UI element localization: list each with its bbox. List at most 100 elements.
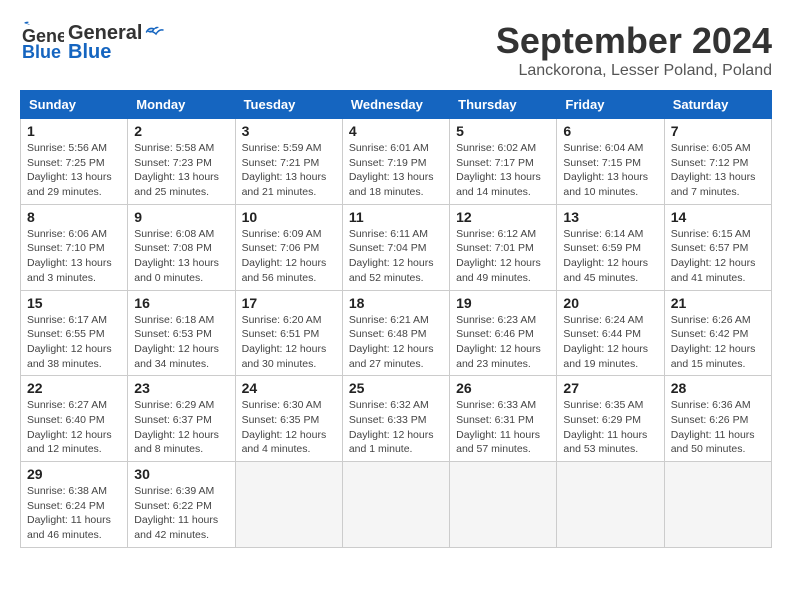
day-number: 19: [456, 295, 550, 311]
day-number: 5: [456, 123, 550, 139]
day-info: Sunrise: 5:59 AMSunset: 7:21 PMDaylight:…: [242, 141, 336, 200]
day-number: 14: [671, 209, 765, 225]
day-info: Sunrise: 6:06 AMSunset: 7:10 PMDaylight:…: [27, 227, 121, 286]
calendar-cell: 17Sunrise: 6:20 AMSunset: 6:51 PMDayligh…: [235, 290, 342, 376]
day-info: Sunrise: 6:39 AMSunset: 6:22 PMDaylight:…: [134, 484, 228, 543]
day-info: Sunrise: 6:05 AMSunset: 7:12 PMDaylight:…: [671, 141, 765, 200]
week-row-3: 15 Sunrise: 6:17 AMSunset: 6:55 PMDayligh…: [21, 290, 772, 376]
calendar-cell: 3Sunrise: 5:59 AMSunset: 7:21 PMDaylight…: [235, 119, 342, 205]
calendar-cell: 26 Sunrise: 6:33 AMSunset: 6:31 PMDayligh…: [450, 376, 557, 462]
calendar-cell: 14 Sunrise: 6:15 AMSunset: 6:57 PMDayligh…: [664, 204, 771, 290]
calendar-cell: 6 Sunrise: 6:04 AMSunset: 7:15 PMDaylight…: [557, 119, 664, 205]
calendar-cell: [235, 462, 342, 548]
logo: General Blue General Blue: [20, 20, 164, 64]
calendar-cell: 8 Sunrise: 6:06 AMSunset: 7:10 PMDaylight…: [21, 204, 128, 290]
day-number: 11: [349, 209, 443, 225]
logo-icon: General Blue: [20, 20, 64, 64]
calendar-cell: 28Sunrise: 6:36 AMSunset: 6:26 PMDayligh…: [664, 376, 771, 462]
location: Lanckorona, Lesser Poland, Poland: [496, 62, 772, 80]
calendar-cell: 24 Sunrise: 6:30 AMSunset: 6:35 PMDayligh…: [235, 376, 342, 462]
weekday-header-wednesday: Wednesday: [342, 91, 449, 119]
week-row-1: 1 Sunrise: 5:56 AMSunset: 7:25 PMDaylight…: [21, 119, 772, 205]
day-info: Sunrise: 6:33 AMSunset: 6:31 PMDaylight:…: [456, 398, 550, 457]
calendar-cell: 18 Sunrise: 6:21 AMSunset: 6:48 PMDayligh…: [342, 290, 449, 376]
calendar-cell: 1 Sunrise: 5:56 AMSunset: 7:25 PMDaylight…: [21, 119, 128, 205]
day-info: Sunrise: 6:38 AMSunset: 6:24 PMDaylight:…: [27, 484, 121, 543]
day-number: 12: [456, 209, 550, 225]
day-info: Sunrise: 6:20 AMSunset: 6:51 PMDaylight:…: [242, 313, 336, 372]
day-number: 10: [242, 209, 336, 225]
day-number: 22: [27, 380, 121, 396]
calendar-cell: 30 Sunrise: 6:39 AMSunset: 6:22 PMDayligh…: [128, 462, 235, 548]
day-info: Sunrise: 6:09 AMSunset: 7:06 PMDaylight:…: [242, 227, 336, 286]
calendar-cell: 10 Sunrise: 6:09 AMSunset: 7:06 PMDayligh…: [235, 204, 342, 290]
calendar-header-row: SundayMondayTuesdayWednesdayThursdayFrid…: [21, 91, 772, 119]
svg-text:Blue: Blue: [22, 42, 61, 62]
day-number: 16: [134, 295, 228, 311]
day-number: 27: [563, 380, 657, 396]
day-number: 30: [134, 466, 228, 482]
calendar-cell: 2 Sunrise: 5:58 AMSunset: 7:23 PMDaylight…: [128, 119, 235, 205]
day-number: 8: [27, 209, 121, 225]
day-number: 9: [134, 209, 228, 225]
day-number: 29: [27, 466, 121, 482]
calendar-cell: 19Sunrise: 6:23 AMSunset: 6:46 PMDayligh…: [450, 290, 557, 376]
weekday-header-tuesday: Tuesday: [235, 91, 342, 119]
calendar-table: SundayMondayTuesdayWednesdayThursdayFrid…: [20, 90, 772, 548]
day-number: 7: [671, 123, 765, 139]
calendar-cell: 21 Sunrise: 6:26 AMSunset: 6:42 PMDayligh…: [664, 290, 771, 376]
day-info: Sunrise: 6:01 AMSunset: 7:19 PMDaylight:…: [349, 141, 443, 200]
day-number: 20: [563, 295, 657, 311]
day-info: Sunrise: 6:36 AMSunset: 6:26 PMDaylight:…: [671, 398, 765, 457]
day-info: Sunrise: 6:11 AMSunset: 7:04 PMDaylight:…: [349, 227, 443, 286]
day-number: 2: [134, 123, 228, 139]
day-info: Sunrise: 6:08 AMSunset: 7:08 PMDaylight:…: [134, 227, 228, 286]
day-info: Sunrise: 6:17 AMSunset: 6:55 PMDaylight:…: [27, 313, 121, 372]
day-number: 24: [242, 380, 336, 396]
calendar-cell: [557, 462, 664, 548]
calendar-cell: 12Sunrise: 6:12 AMSunset: 7:01 PMDayligh…: [450, 204, 557, 290]
calendar-cell: [450, 462, 557, 548]
day-info: Sunrise: 6:26 AMSunset: 6:42 PMDaylight:…: [671, 313, 765, 372]
calendar-cell: 4 Sunrise: 6:01 AMSunset: 7:19 PMDaylight…: [342, 119, 449, 205]
calendar-cell: 25Sunrise: 6:32 AMSunset: 6:33 PMDayligh…: [342, 376, 449, 462]
day-info: Sunrise: 6:15 AMSunset: 6:57 PMDaylight:…: [671, 227, 765, 286]
calendar-cell: 5 Sunrise: 6:02 AMSunset: 7:17 PMDaylight…: [450, 119, 557, 205]
weekday-header-friday: Friday: [557, 91, 664, 119]
day-info: Sunrise: 6:14 AMSunset: 6:59 PMDaylight:…: [563, 227, 657, 286]
day-info: Sunrise: 6:24 AMSunset: 6:44 PMDaylight:…: [563, 313, 657, 372]
weekday-header-thursday: Thursday: [450, 91, 557, 119]
calendar-cell: 29 Sunrise: 6:38 AMSunset: 6:24 PMDayligh…: [21, 462, 128, 548]
day-info: Sunrise: 5:56 AMSunset: 7:25 PMDaylight:…: [27, 141, 121, 200]
day-number: 1: [27, 123, 121, 139]
day-number: 23: [134, 380, 228, 396]
weekday-header-sunday: Sunday: [21, 91, 128, 119]
day-number: 25: [349, 380, 443, 396]
week-row-2: 8 Sunrise: 6:06 AMSunset: 7:10 PMDaylight…: [21, 204, 772, 290]
day-number: 4: [349, 123, 443, 139]
calendar-cell: 11 Sunrise: 6:11 AMSunset: 7:04 PMDayligh…: [342, 204, 449, 290]
calendar-cell: 23Sunrise: 6:29 AMSunset: 6:37 PMDayligh…: [128, 376, 235, 462]
calendar-cell: 9 Sunrise: 6:08 AMSunset: 7:08 PMDaylight…: [128, 204, 235, 290]
week-row-5: 29 Sunrise: 6:38 AMSunset: 6:24 PMDayligh…: [21, 462, 772, 548]
day-number: 15: [27, 295, 121, 311]
day-info: Sunrise: 6:21 AMSunset: 6:48 PMDaylight:…: [349, 313, 443, 372]
weekday-header-monday: Monday: [128, 91, 235, 119]
calendar-cell: 27Sunrise: 6:35 AMSunset: 6:29 PMDayligh…: [557, 376, 664, 462]
calendar-cell: [664, 462, 771, 548]
page-header: General Blue General Blue September 2024…: [20, 20, 772, 80]
day-number: 21: [671, 295, 765, 311]
day-number: 13: [563, 209, 657, 225]
day-info: Sunrise: 6:02 AMSunset: 7:17 PMDaylight:…: [456, 141, 550, 200]
day-info: Sunrise: 6:04 AMSunset: 7:15 PMDaylight:…: [563, 141, 657, 200]
calendar-cell: 13 Sunrise: 6:14 AMSunset: 6:59 PMDayligh…: [557, 204, 664, 290]
title-block: September 2024 Lanckorona, Lesser Poland…: [496, 20, 772, 80]
day-number: 6: [563, 123, 657, 139]
day-number: 18: [349, 295, 443, 311]
month-title: September 2024: [496, 20, 772, 62]
day-number: 26: [456, 380, 550, 396]
day-info: Sunrise: 6:30 AMSunset: 6:35 PMDaylight:…: [242, 398, 336, 457]
day-info: Sunrise: 5:58 AMSunset: 7:23 PMDaylight:…: [134, 141, 228, 200]
weekday-header-saturday: Saturday: [664, 91, 771, 119]
week-row-4: 22Sunrise: 6:27 AMSunset: 6:40 PMDayligh…: [21, 376, 772, 462]
